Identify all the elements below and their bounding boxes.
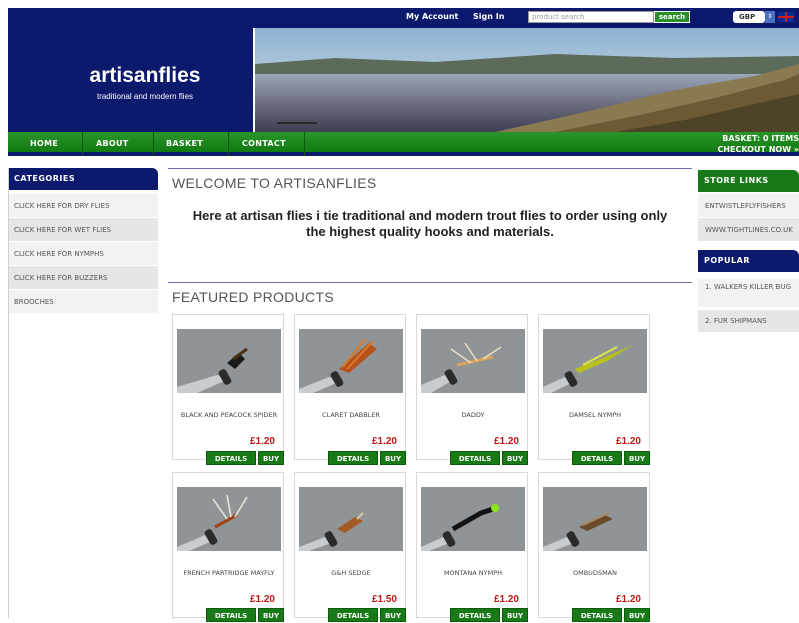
categories-heading: CATEGORIES — [8, 168, 158, 190]
buy-button[interactable]: BUY — [624, 608, 650, 622]
category-brooches[interactable]: BROOCHES — [8, 290, 158, 314]
product-card[interactable]: G&H SEDGE £1.50 — [294, 472, 406, 618]
details-button[interactable]: DETAILS — [572, 608, 622, 622]
details-button[interactable]: DETAILS — [572, 451, 622, 465]
nav-basket[interactable]: BASKET — [166, 132, 203, 156]
nav-divider — [82, 132, 83, 156]
product-card[interactable]: DADDY £1.20 — [416, 314, 528, 460]
category-wet-flies[interactable]: CLICK HERE FOR WET FLIES — [8, 218, 158, 242]
product-price: £1.50 — [371, 594, 397, 605]
search-button[interactable]: search — [654, 11, 690, 23]
product-card[interactable]: CLARET DABBLER £1.20 — [294, 314, 406, 460]
product-name[interactable]: MONTANA NYMPH — [421, 569, 525, 578]
product-name[interactable]: DADDY — [421, 411, 525, 420]
details-button[interactable]: DETAILS — [450, 608, 500, 622]
product-image[interactable] — [177, 487, 281, 551]
product-name[interactable]: FRENCH PARTRIDGE MAYFLY — [177, 569, 281, 578]
product-image[interactable] — [421, 329, 525, 393]
store-links-heading: STORE LINKS — [698, 170, 799, 192]
popular-item[interactable]: 2. FUR SHIPMANS — [698, 310, 799, 332]
currency-select[interactable]: GBP — [733, 11, 765, 23]
details-button[interactable]: DETAILS — [206, 451, 256, 465]
divider — [168, 168, 692, 169]
product-card[interactable]: MONTANA NYMPH £1.20 — [416, 472, 528, 618]
left-border — [8, 168, 9, 618]
product-image[interactable] — [299, 487, 403, 551]
search-input[interactable]: product search — [528, 11, 654, 23]
product-image[interactable] — [421, 487, 525, 551]
checkout-link[interactable]: CHECKOUT NOW » — [717, 145, 799, 154]
product-price: £1.20 — [371, 436, 397, 447]
details-button[interactable]: DETAILS — [450, 451, 500, 465]
buy-button[interactable]: BUY — [502, 451, 528, 465]
product-price: £1.20 — [615, 594, 641, 605]
buy-button[interactable]: BUY — [502, 608, 528, 622]
nav-divider — [228, 132, 229, 156]
sign-in-link[interactable]: Sign In — [473, 12, 504, 21]
popular-item[interactable]: 1. WALKERS KILLER BUG — [698, 279, 799, 307]
product-price: £1.20 — [615, 436, 641, 447]
welcome-title: WELCOME TO ARTISANFLIES — [172, 175, 377, 191]
top-bar: My Account Sign In product search search… — [8, 8, 799, 28]
lake-banner-image — [255, 28, 799, 132]
product-card[interactable]: FRENCH PARTRIDGE MAYFLY £1.20 — [172, 472, 284, 618]
basket-summary[interactable]: BASKET: 0 ITEMS — [722, 134, 799, 143]
nav-home[interactable]: HOME — [30, 132, 58, 156]
product-name[interactable]: CLARET DABBLER — [299, 411, 403, 420]
buy-button[interactable]: BUY — [380, 451, 406, 465]
category-dry-flies[interactable]: CLICK HERE FOR DRY FLIES — [8, 194, 158, 218]
main-nav: HOME ABOUT BASKET CONTACT BASKET: 0 ITEM… — [8, 132, 799, 156]
product-card[interactable]: BLACK AND PEACOCK SPIDER £1.20 — [172, 314, 284, 460]
currency-dropdown-icon[interactable]: ⇕ — [765, 11, 775, 23]
site-logo-title[interactable]: artisanflies — [40, 64, 250, 88]
category-nymphs[interactable]: CLICK HERE FOR NYMPHS — [8, 242, 158, 266]
store-link-tightlines[interactable]: WWW.TIGHTLINES.CO.UK — [698, 218, 799, 242]
nav-contact[interactable]: CONTACT — [242, 132, 286, 156]
popular-heading: POPULAR — [698, 250, 799, 272]
buy-button[interactable]: BUY — [258, 451, 284, 465]
details-button[interactable]: DETAILS — [206, 608, 256, 622]
uk-flag-icon[interactable] — [778, 12, 794, 22]
product-price: £1.20 — [249, 436, 275, 447]
details-button[interactable]: DETAILS — [328, 451, 378, 465]
product-image[interactable] — [177, 329, 281, 393]
product-name[interactable]: OMBUDSMAN — [543, 569, 647, 578]
my-account-link[interactable]: My Account — [406, 12, 458, 21]
details-button[interactable]: DETAILS — [328, 608, 378, 622]
product-image[interactable] — [299, 329, 403, 393]
product-card[interactable]: DAMSEL NYMPH £1.20 — [538, 314, 650, 460]
product-price: £1.20 — [249, 594, 275, 605]
store-link-entwistle[interactable]: ENTWISTLEFLYFISHERS — [698, 194, 799, 218]
product-name[interactable]: BLACK AND PEACOCK SPIDER — [177, 411, 281, 420]
product-image[interactable] — [543, 329, 647, 393]
site-tagline: traditional and modern flies — [96, 92, 194, 101]
nav-divider — [153, 132, 154, 156]
product-name[interactable]: DAMSEL NYMPH — [543, 411, 647, 420]
buy-button[interactable]: BUY — [380, 608, 406, 622]
welcome-text: Here at artisan flies i tie traditional … — [192, 208, 668, 239]
featured-title: FEATURED PRODUCTS — [172, 289, 334, 305]
nav-divider — [304, 132, 305, 156]
divider — [168, 282, 692, 283]
nav-about[interactable]: ABOUT — [96, 132, 129, 156]
product-price: £1.20 — [493, 436, 519, 447]
buy-button[interactable]: BUY — [624, 451, 650, 465]
buy-button[interactable]: BUY — [258, 608, 284, 622]
product-card[interactable]: OMBUDSMAN £1.20 — [538, 472, 650, 618]
product-price: £1.20 — [493, 594, 519, 605]
category-buzzers[interactable]: CLICK HERE FOR BUZZERS — [8, 266, 158, 290]
product-image[interactable] — [543, 487, 647, 551]
product-name[interactable]: G&H SEDGE — [299, 569, 403, 578]
